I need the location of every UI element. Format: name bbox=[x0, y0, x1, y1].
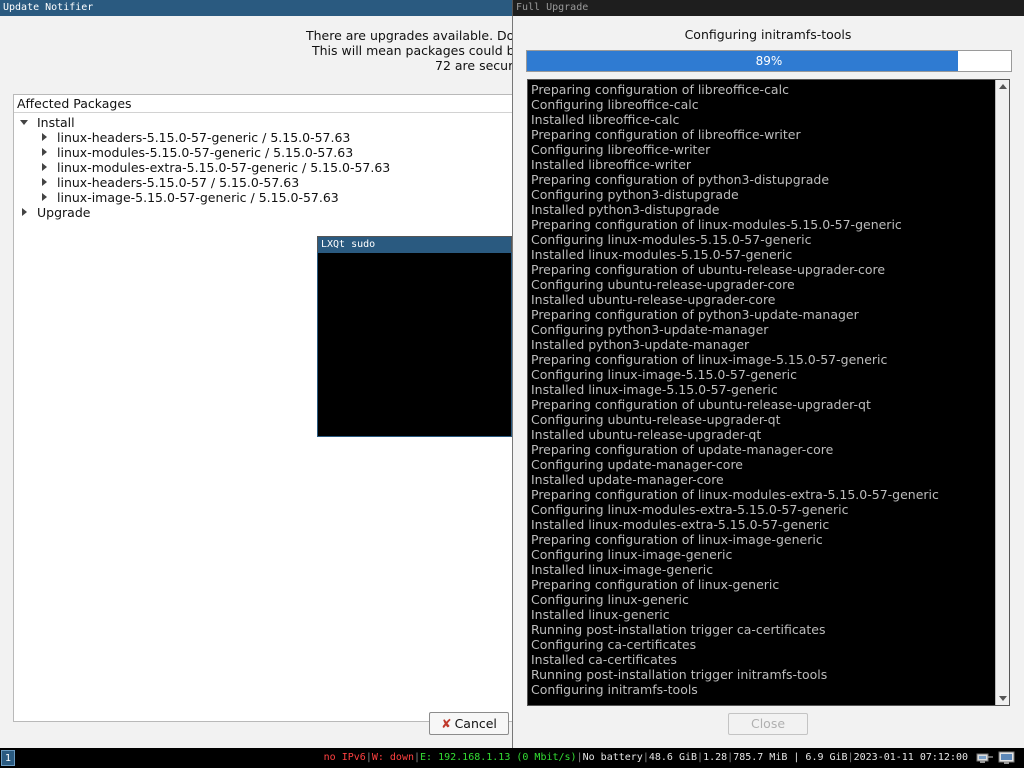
update-notifier-titlebar[interactable]: Update Notifier bbox=[0, 0, 512, 16]
status-bar: no IPv6|W: down|E: 192.168.1.13 (0 Mbit/… bbox=[323, 752, 968, 763]
upgrade-progress-bar: 89% bbox=[526, 50, 1012, 72]
wireless-status: W: down bbox=[371, 752, 414, 763]
cancel-label: Cancel bbox=[454, 716, 497, 731]
log-line: Configuring linux-modules-5.15.0-57-gene… bbox=[531, 232, 812, 247]
log-line: Configuring linux-generic bbox=[531, 592, 689, 607]
log-line: Installed libreoffice-writer bbox=[531, 157, 692, 172]
package-item[interactable]: linux-headers-5.15.0-57-generic / 5.15.0… bbox=[57, 130, 350, 145]
log-line: Installed linux-image-5.15.0-57-generic bbox=[531, 382, 778, 397]
network-icon[interactable] bbox=[976, 751, 994, 765]
window-title: Update Notifier bbox=[3, 2, 94, 13]
log-line: Installed ubuntu-release-upgrader-qt bbox=[531, 427, 762, 442]
tree-item-install[interactable]: Install bbox=[37, 115, 75, 130]
ethernet-status: E: 192.168.1.13 (0 Mbit/s) bbox=[420, 752, 577, 763]
package-item[interactable]: linux-modules-extra-5.15.0-57-generic / … bbox=[57, 160, 390, 175]
log-line: Installed python3-update-manager bbox=[531, 337, 750, 352]
expand-install-icon[interactable] bbox=[20, 120, 28, 125]
log-line: Installed ca-certificates bbox=[531, 652, 677, 667]
log-line: Preparing configuration of linux-modules… bbox=[531, 217, 902, 232]
log-line: Configuring python3-distupgrade bbox=[531, 187, 739, 202]
log-line: Installed python3-distupgrade bbox=[531, 202, 720, 217]
log-line: Preparing configuration of python3-distu… bbox=[531, 172, 830, 187]
expand-upgrade-icon[interactable] bbox=[22, 208, 27, 216]
log-lines: Preparing configuration of libreoffice-c… bbox=[531, 82, 995, 697]
expand-package-icon[interactable] bbox=[42, 133, 47, 141]
log-line: Installed linux-generic bbox=[531, 607, 670, 622]
log-line: Installed linux-image-generic bbox=[531, 562, 714, 577]
window-title: Full Upgrade bbox=[516, 2, 589, 13]
scroll-down-icon[interactable] bbox=[999, 696, 1007, 701]
log-line: Preparing configuration of linux-image-g… bbox=[531, 532, 823, 547]
log-line: Preparing configuration of update-manage… bbox=[531, 442, 834, 457]
log-line: Installed linux-modules-extra-5.15.0-57-… bbox=[531, 517, 830, 532]
load-status: 1.28 bbox=[703, 752, 728, 763]
battery-status: No battery bbox=[582, 752, 643, 763]
log-line: Configuring libreoffice-calc bbox=[531, 97, 699, 112]
log-line: Installed ubuntu-release-upgrader-core bbox=[531, 292, 776, 307]
tree-item-upgrade[interactable]: Upgrade bbox=[37, 205, 90, 220]
close-button[interactable]: Close bbox=[728, 713, 808, 735]
log-line: Configuring linux-image-generic bbox=[531, 547, 733, 562]
log-line: Preparing configuration of libreoffice-w… bbox=[531, 127, 801, 142]
log-line: Installed update-manager-core bbox=[531, 472, 724, 487]
log-line: Configuring linux-image-5.15.0-57-generi… bbox=[531, 367, 798, 382]
package-item[interactable]: linux-image-5.15.0-57-generic / 5.15.0-5… bbox=[57, 190, 339, 205]
log-line: Preparing configuration of libreoffice-c… bbox=[531, 82, 789, 97]
full-upgrade-titlebar[interactable]: Full Upgrade bbox=[512, 0, 1024, 16]
cancel-icon: ✘ bbox=[441, 716, 452, 731]
progress-label: 89% bbox=[755, 54, 783, 68]
log-line: Configuring ubuntu-release-upgrader-core bbox=[531, 277, 795, 292]
cancel-button[interactable]: ✘ Cancel bbox=[429, 712, 509, 735]
log-scrollbar[interactable] bbox=[995, 80, 1009, 705]
package-item[interactable]: linux-modules-5.15.0-57-generic / 5.15.0… bbox=[57, 145, 353, 160]
full-upgrade-window: Configuring initramfs-tools 89% Preparin… bbox=[512, 16, 1024, 748]
expand-package-icon[interactable] bbox=[42, 148, 47, 156]
log-line: Preparing configuration of python3-updat… bbox=[531, 307, 859, 322]
log-line: Running post-installation trigger ca-cer… bbox=[531, 622, 826, 637]
log-line: Running post-installation trigger initra… bbox=[531, 667, 828, 682]
sudo-titlebar[interactable]: LXQt sudo bbox=[317, 236, 512, 252]
log-line: Preparing configuration of linux-modules… bbox=[531, 487, 939, 502]
log-line: Configuring ca-certificates bbox=[531, 637, 697, 652]
upgrade-message-line-2: This will mean packages could be bbox=[312, 43, 512, 58]
upgrade-message-line-1: There are upgrades available. Do bbox=[306, 28, 512, 43]
sudo-window-content[interactable] bbox=[317, 252, 512, 437]
log-line: Installed libreoffice-calc bbox=[531, 112, 680, 127]
window-title: LXQt sudo bbox=[321, 239, 376, 250]
system-tray bbox=[974, 751, 1020, 765]
log-line: Configuring initramfs-tools bbox=[531, 682, 698, 697]
log-line: Preparing configuration of ubuntu-releas… bbox=[531, 397, 871, 412]
expand-package-icon[interactable] bbox=[42, 178, 47, 186]
expand-package-icon[interactable] bbox=[42, 163, 47, 171]
upgrade-status-text: Configuring initramfs-tools bbox=[684, 27, 852, 42]
ipv6-status: no IPv6 bbox=[323, 752, 366, 763]
package-item[interactable]: linux-headers-5.15.0-57 / 5.15.0-57.63 bbox=[57, 175, 299, 190]
log-line: Installed linux-modules-5.15.0-57-generi… bbox=[531, 247, 793, 262]
log-line: Preparing configuration of ubuntu-releas… bbox=[531, 262, 886, 277]
log-line: Configuring linux-modules-extra-5.15.0-5… bbox=[531, 502, 849, 517]
log-line: Configuring update-manager-core bbox=[531, 457, 743, 472]
upgrade-message-line-3: 72 are secur bbox=[435, 58, 512, 73]
log-line: Preparing configuration of linux-generic bbox=[531, 577, 780, 592]
tree-header: Affected Packages bbox=[14, 95, 512, 113]
log-line: Configuring libreoffice-writer bbox=[531, 142, 711, 157]
disk-status: 48.6 GiB bbox=[648, 752, 698, 763]
log-line: Configuring ubuntu-release-upgrader-qt bbox=[531, 412, 781, 427]
clock: 2023-01-11 07:12:00 bbox=[853, 752, 968, 763]
memory-status: 785.7 MiB | 6.9 GiB bbox=[733, 752, 848, 763]
log-line: Preparing configuration of linux-image-5… bbox=[531, 352, 888, 367]
workspace-button[interactable]: 1 bbox=[1, 750, 15, 766]
upgrade-log-terminal[interactable]: Preparing configuration of libreoffice-c… bbox=[527, 79, 1010, 706]
display-icon[interactable] bbox=[998, 751, 1016, 765]
expand-package-icon[interactable] bbox=[42, 193, 47, 201]
scroll-up-icon[interactable] bbox=[999, 84, 1007, 89]
log-line: Configuring python3-update-manager bbox=[531, 322, 769, 337]
taskbar: 1 no IPv6|W: down|E: 192.168.1.13 (0 Mbi… bbox=[0, 748, 1024, 768]
